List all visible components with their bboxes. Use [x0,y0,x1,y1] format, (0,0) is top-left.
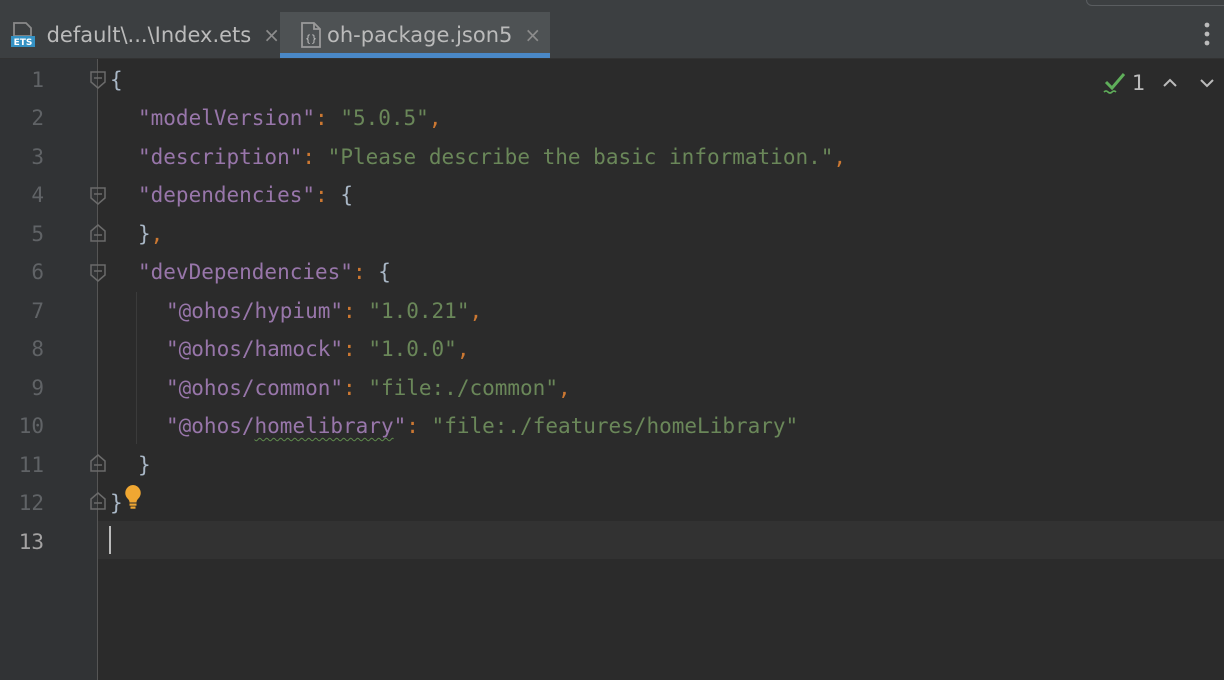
json-value: "file:./features/homeLibrary" [431,414,799,438]
close-brace: } [138,222,151,246]
comma: , [428,106,442,130]
line-number: 7 [31,299,44,323]
chevron-down-icon[interactable] [1198,74,1216,92]
code-line-11[interactable]: } [138,452,151,478]
close-brace: } [110,491,123,515]
ets-file-icon: ETS [11,21,37,49]
json-value: "Please describe the basic information." [327,145,834,169]
line-number: 4 [31,183,44,207]
fold-open-icon[interactable] [89,186,107,206]
code-line-1[interactable]: { [110,67,123,93]
code-line-5[interactable]: }, [138,221,163,247]
colon: : [406,414,432,438]
line-number: 3 [31,145,44,169]
inspections-widget[interactable]: 1 [1103,70,1145,96]
json-value: "1.0.0" [368,337,457,361]
code-line-6[interactable]: "devDependencies": { [138,259,391,285]
tab-label: oh-package.json5 [327,23,513,47]
chevron-up-icon[interactable] [1161,74,1179,92]
code-line-7[interactable]: "@ohos/hypium": "1.0.21", [166,298,482,324]
json-key: "devDependencies" [138,260,353,284]
json-key: "modelVersion" [138,106,316,130]
colon: : [343,376,369,400]
json-key: "@ohos/hamock" [166,337,344,361]
json-value: "5.0.5" [340,106,429,130]
inspection-count: 1 [1132,71,1146,95]
check-icon [1103,73,1126,94]
line-number: 9 [31,376,44,400]
colon: : [302,145,328,169]
gutter-divider [97,59,98,680]
active-tab-indicator [280,53,550,58]
code-line-2[interactable]: "modelVersion": "5.0.5", [138,105,441,131]
comma: , [456,337,470,361]
indent-guide [136,292,137,444]
line-number: 12 [18,491,44,515]
fold-close-icon[interactable] [89,223,107,243]
json-key: "@ohos/hypium" [166,299,344,323]
code-line-8[interactable]: "@ohos/hamock": "1.0.0", [166,336,469,362]
close-icon[interactable]: × [263,23,280,47]
json-key: "description" [138,145,303,169]
open-brace: { [110,68,123,92]
json-key: "@ohos/common" [166,376,344,400]
line-number: 2 [31,106,44,130]
close-brace: } [138,453,151,477]
lightbulb-icon[interactable] [122,483,144,511]
open-brace: { [378,260,391,284]
tab-index-ets[interactable]: ETS default\...\Index.ets × [0,12,280,58]
text-caret [109,526,111,554]
close-icon[interactable]: × [524,23,541,47]
comma: , [150,222,164,246]
json-key: "dependencies" [138,183,316,207]
tab-label: default\...\Index.ets [46,23,252,47]
comma: , [469,299,483,323]
colon: : [315,183,341,207]
svg-text:{}: {} [305,34,317,45]
svg-text:ETS: ETS [14,38,33,48]
comma: , [557,376,571,400]
code-line-10[interactable]: "@ohos/homelibrary": "file:./features/ho… [166,413,798,439]
colon: : [343,337,369,361]
json-key-suffix: " [393,414,407,438]
line-number: 10 [18,414,44,438]
line-number-current: 13 [18,530,44,554]
line-number: 6 [31,260,44,284]
fold-close-icon[interactable] [89,491,107,511]
code-line-4[interactable]: "dependencies": { [138,182,353,208]
line-number: 1 [31,68,44,92]
colon: : [315,106,341,130]
json-key-prefix: "@ohos/ [166,414,255,438]
spelling-warning-word[interactable]: homelibrary [255,414,394,438]
line-number: 8 [31,337,44,361]
more-options-icon[interactable] [1198,20,1216,48]
code-line-9[interactable]: "@ohos/common": "file:./common", [166,375,571,401]
colon: : [352,260,379,284]
tab-oh-package-json5[interactable]: {} oh-package.json5 × [280,12,550,58]
colon: : [343,299,369,323]
json-file-icon: {} [291,21,321,49]
open-brace: { [340,183,353,207]
line-number: 5 [31,222,44,246]
toolbar-frame [1086,0,1224,6]
line-number: 11 [18,453,44,477]
fold-open-icon[interactable] [89,70,107,90]
json-value: "file:./common" [368,376,558,400]
code-line-3[interactable]: "description": "Please describe the basi… [138,144,846,170]
fold-open-icon[interactable] [89,263,107,283]
json-value: "1.0.21" [368,299,470,323]
fold-close-icon[interactable] [89,453,107,473]
code-line-12[interactable]: } [110,490,123,516]
current-line-highlight [98,521,1224,559]
comma: , [833,145,847,169]
